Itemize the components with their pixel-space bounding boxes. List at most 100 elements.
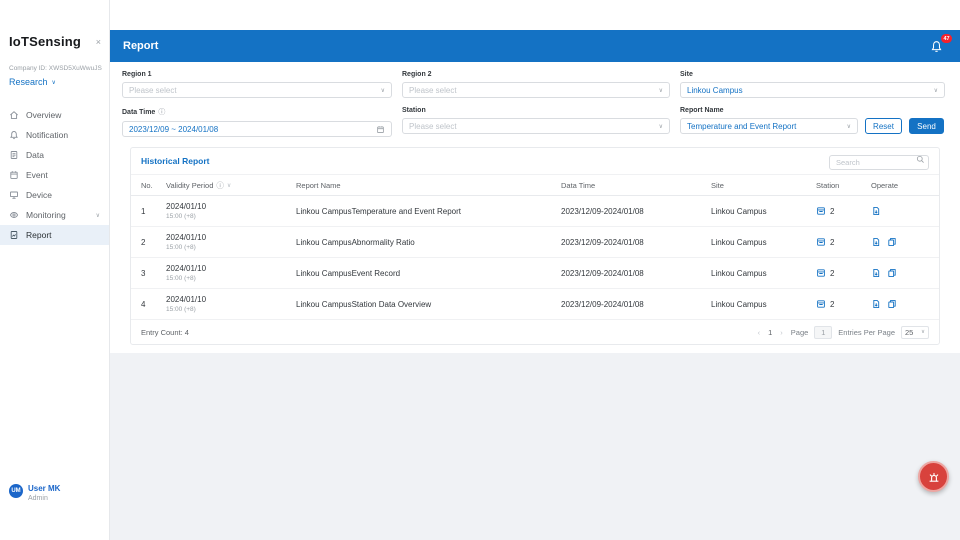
cell-no: 3	[141, 269, 166, 278]
current-page[interactable]: 1	[768, 328, 772, 337]
region2-select[interactable]: Please select ∨	[402, 82, 670, 98]
sidebar-item-monitoring[interactable]: Monitoring ∨	[0, 205, 109, 225]
site-label: Site	[680, 71, 945, 78]
notifications-button[interactable]: 47	[930, 38, 946, 54]
cell-data-time: 2023/12/09-2024/01/08	[561, 207, 711, 216]
sidebar-menu: Overview Notification Data Event Device …	[0, 105, 109, 245]
validity-date: 2024/01/10	[166, 295, 296, 304]
site-select[interactable]: Linkou Campus ∨	[680, 82, 945, 98]
validity-time: 15:00 (+8)	[166, 244, 296, 251]
report-name-label: Report Name	[680, 107, 945, 114]
copy-report-icon[interactable]	[887, 237, 897, 247]
chevron-down-icon: ∨	[381, 87, 385, 94]
user-profile[interactable]: UM User MK Admin	[9, 484, 60, 502]
station-icon	[816, 206, 826, 216]
sidebar: IoTSensing × Company ID: XWSD5XuWwuJS Re…	[0, 0, 110, 540]
chevron-down-icon: ∨	[934, 87, 938, 94]
send-button[interactable]: Send	[909, 118, 944, 134]
col-site: Site	[711, 181, 816, 190]
prev-page-icon[interactable]: ‹	[756, 328, 763, 337]
report-name-select[interactable]: Temperature and Event Report ∨	[680, 118, 858, 134]
app-header: Report 47	[110, 30, 960, 62]
data-time-range-input[interactable]: 2023/12/09 ~ 2024/01/08	[122, 121, 392, 137]
validity-time: 15:00 (+8)	[166, 213, 296, 220]
info-icon[interactable]: ⓘ	[158, 107, 165, 117]
validity-time: 15:00 (+8)	[166, 275, 296, 282]
sidebar-item-event[interactable]: Event	[0, 165, 109, 185]
sort-icon[interactable]: ∨	[227, 182, 231, 189]
sidebar-item-data[interactable]: Data	[0, 145, 109, 165]
sidebar-item-label: Monitoring	[26, 210, 66, 220]
cell-data-time: 2023/12/09-2024/01/08	[561, 300, 711, 309]
cell-validity: 2024/01/10 15:00 (+8)	[166, 295, 296, 313]
export-report-icon[interactable]	[871, 299, 881, 309]
cell-site: Linkou Campus	[711, 300, 816, 309]
copy-report-icon[interactable]	[887, 299, 897, 309]
region1-select[interactable]: Please select ∨	[122, 82, 392, 98]
cell-report-name: Linkou CampusStation Data Overview	[296, 300, 561, 309]
region1-placeholder: Please select	[129, 86, 177, 95]
alarm-fab-button[interactable]	[918, 461, 949, 492]
col-validity-period[interactable]: Validity Period ⓘ ∨	[166, 180, 296, 191]
sidebar-item-label: Overview	[26, 110, 61, 120]
bell-icon	[9, 130, 19, 140]
station-count: 2	[830, 300, 834, 309]
historical-report-card: Historical Report No. Validity Period ⓘ …	[130, 147, 940, 345]
next-page-icon[interactable]: ›	[778, 328, 785, 337]
col-station: Station	[816, 181, 871, 190]
station-count: 2	[830, 269, 834, 278]
eye-icon	[9, 210, 19, 220]
search-icon[interactable]	[916, 155, 925, 164]
export-report-icon[interactable]	[871, 237, 881, 247]
siren-icon	[926, 469, 942, 485]
sidebar-item-label: Notification	[26, 130, 68, 140]
cell-station[interactable]: 2	[816, 206, 871, 216]
monitor-icon	[9, 190, 19, 200]
search-input[interactable]	[829, 155, 929, 170]
sidebar-item-notification[interactable]: Notification	[0, 125, 109, 145]
export-report-icon[interactable]	[871, 206, 881, 216]
chevron-down-icon: ∨	[659, 87, 663, 94]
cell-station[interactable]: 2	[816, 268, 871, 278]
station-select[interactable]: Please select ∨	[402, 118, 670, 134]
entries-per-page-select[interactable]: 25 ∨	[901, 326, 929, 339]
table-row: 2 2024/01/10 15:00 (+8) Linkou CampusAbn…	[131, 227, 939, 258]
sidebar-item-label: Report	[26, 230, 52, 240]
station-count: 2	[830, 238, 834, 247]
cell-no: 2	[141, 238, 166, 247]
cell-operate	[871, 237, 929, 247]
sidebar-item-report[interactable]: Report	[0, 225, 109, 245]
collapse-sidebar-icon[interactable]: ×	[96, 37, 101, 47]
table-row: 4 2024/01/10 15:00 (+8) Linkou CampusSta…	[131, 289, 939, 320]
info-icon[interactable]: ⓘ	[216, 180, 224, 191]
region2-label: Region 2	[402, 71, 670, 78]
data-time-label: Data Time ⓘ	[122, 107, 392, 117]
site-value: Linkou Campus	[687, 86, 743, 95]
cell-operate	[871, 299, 929, 309]
cell-operate	[871, 268, 929, 278]
avatar: UM	[9, 484, 23, 498]
chevron-down-icon: ∨	[96, 212, 100, 219]
cell-report-name: Linkou CampusTemperature and Event Repor…	[296, 207, 561, 216]
page-input[interactable]	[814, 326, 832, 339]
workspace-label: Research	[9, 77, 48, 87]
copy-report-icon[interactable]	[887, 268, 897, 278]
chevron-down-icon: ∨	[847, 123, 851, 130]
reset-button[interactable]: Reset	[865, 118, 902, 134]
workspace-selector[interactable]: Research ∨	[0, 72, 109, 87]
sidebar-item-overview[interactable]: Overview	[0, 105, 109, 125]
station-label: Station	[402, 107, 670, 114]
entries-per-page-value: 25	[905, 328, 913, 337]
sidebar-item-device[interactable]: Device	[0, 185, 109, 205]
cell-no: 4	[141, 300, 166, 309]
cell-station[interactable]: 2	[816, 299, 871, 309]
table-search	[829, 152, 929, 170]
calendar-icon	[376, 125, 385, 134]
cell-station[interactable]: 2	[816, 237, 871, 247]
user-name: User MK	[28, 484, 60, 494]
cell-data-time: 2023/12/09-2024/01/08	[561, 238, 711, 247]
station-count: 2	[830, 207, 834, 216]
chevron-down-icon: ∨	[659, 123, 663, 130]
cell-no: 1	[141, 207, 166, 216]
export-report-icon[interactable]	[871, 268, 881, 278]
